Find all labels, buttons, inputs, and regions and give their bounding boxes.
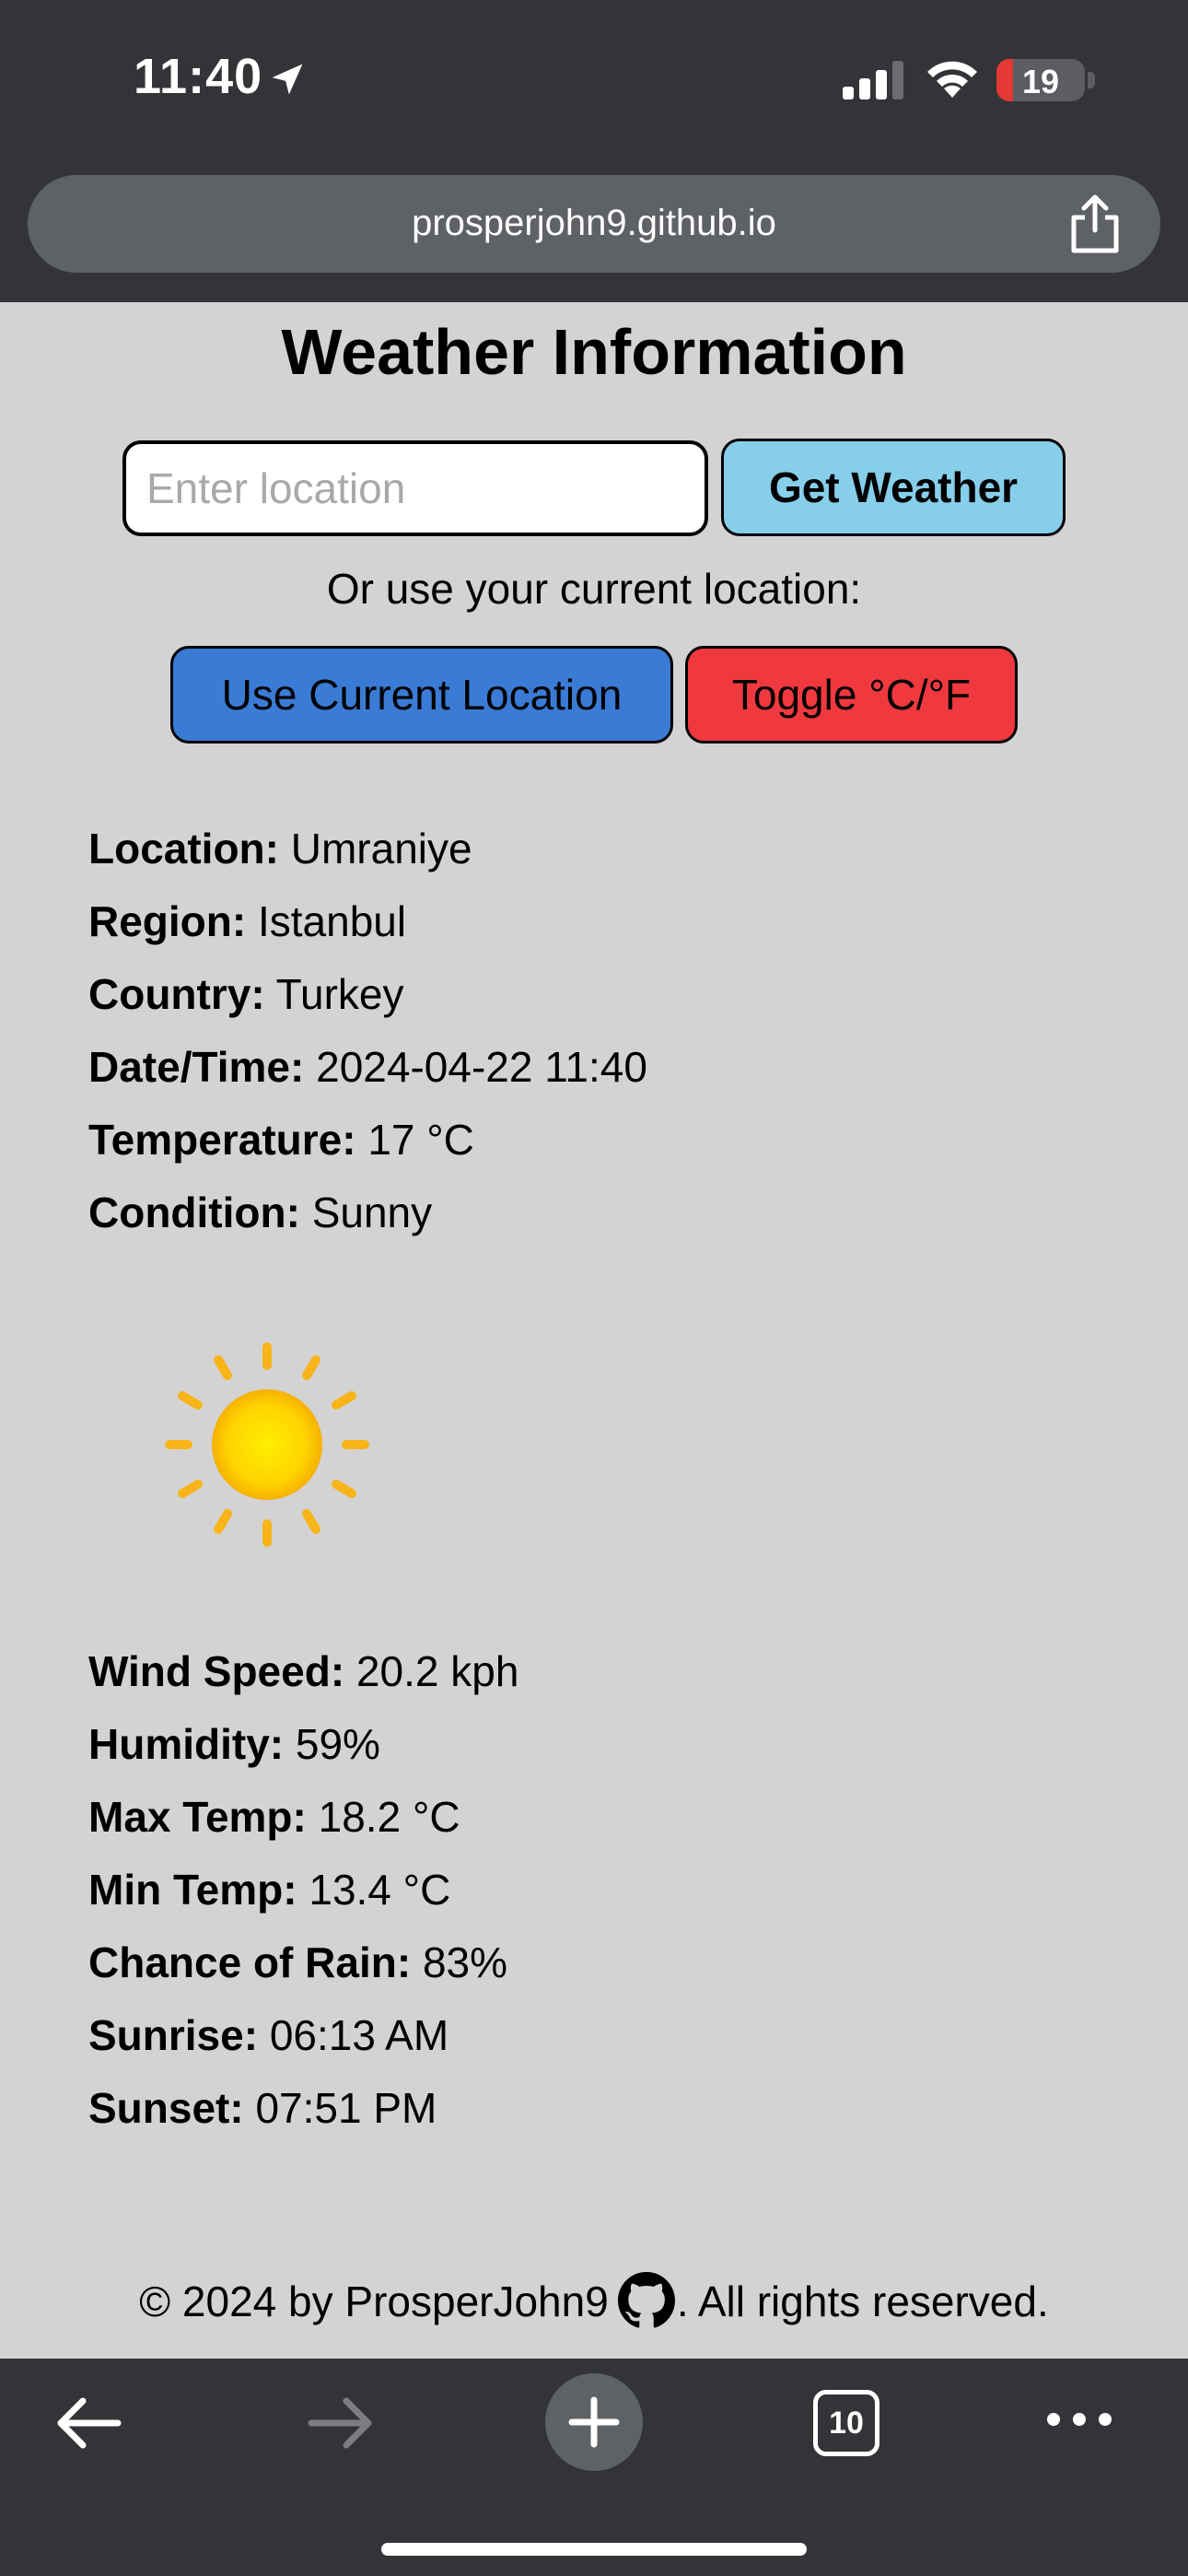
footer-rights: . All rights reserved. (676, 2277, 1049, 2325)
page-title: Weather Information (281, 316, 907, 388)
get-weather-button[interactable]: Get Weather (721, 439, 1066, 536)
info-country: Country: Turkey (88, 969, 403, 1019)
back-arrow-icon[interactable] (53, 2395, 123, 2451)
info-value: Istanbul (257, 897, 407, 945)
info-label: Chance of Rain: (88, 1938, 412, 1986)
wifi-icon (927, 61, 977, 98)
cellular-signal-icon (843, 61, 903, 100)
info-value: Sunny (311, 1188, 433, 1236)
weather-page: Weather Information Get Weather Or use y… (0, 302, 1188, 2359)
info-label: Date/Time: (88, 1043, 305, 1091)
location-arrow-icon (272, 64, 303, 95)
info-datetime: Date/Time: 2024-04-22 11:40 (88, 1042, 647, 1092)
info-value: 13.4 °C (309, 1866, 451, 1914)
battery-level: 19 (1021, 63, 1060, 100)
info-value: 2024-04-22 11:40 (316, 1043, 647, 1091)
url-text[interactable]: prosperjohn9.github.io (28, 203, 1160, 244)
info-label: Sunrise: (88, 2011, 259, 2059)
info-temperature: Temperature: 17 °C (88, 1115, 474, 1165)
status-and-url-bar: 11:40 19 prosperjohn9.github.io (0, 0, 1188, 302)
use-current-location-button[interactable]: Use Current Location (170, 646, 673, 744)
info-humidity: Humidity: 59% (88, 1719, 380, 1769)
toggle-units-button[interactable]: Toggle °C/°F (685, 646, 1018, 744)
info-value: 83% (422, 1938, 508, 1986)
info-label: Country: (88, 970, 265, 1018)
info-label: Condition: (88, 1188, 300, 1236)
info-condition: Condition: Sunny (88, 1188, 432, 1237)
info-label: Temperature: (88, 1116, 356, 1164)
info-chance-of-rain: Chance of Rain: 83% (88, 1938, 507, 1987)
info-region: Region: Istanbul (88, 896, 406, 946)
info-label: Wind Speed: (88, 1647, 345, 1695)
home-indicator (381, 2543, 807, 2556)
forward-arrow-icon[interactable] (306, 2395, 376, 2451)
footer-copyright: © 2024 by ProsperJohn9 (139, 2277, 609, 2325)
battery-indicator: 19 (996, 59, 1085, 101)
info-sunset: Sunset: 07:51 PM (88, 2083, 437, 2133)
info-label: Max Temp: (88, 1793, 307, 1841)
info-location: Location: Umraniye (88, 824, 472, 873)
footer: © 2024 by ProsperJohn9 . All rights reser… (0, 2272, 1188, 2329)
info-max-temp: Max Temp: 18.2 °C (88, 1792, 460, 1842)
info-value: 17 °C (367, 1116, 474, 1164)
current-location-hint: Or use your current location: (326, 565, 862, 613)
more-options-icon[interactable] (1046, 2410, 1112, 2429)
info-wind-speed: Wind Speed: 20.2 kph (88, 1646, 518, 1696)
browser-toolbar: 10 (0, 2359, 1188, 2576)
info-sunrise: Sunrise: 06:13 AM (88, 2010, 448, 2060)
new-tab-button[interactable] (545, 2373, 643, 2471)
plus-icon (568, 2396, 620, 2448)
share-icon[interactable] (1066, 193, 1124, 254)
tab-count: 10 (829, 2406, 864, 2441)
battery-nub (1088, 72, 1095, 88)
tabs-button[interactable]: 10 (813, 2390, 879, 2456)
info-value: 06:13 AM (269, 2011, 449, 2059)
info-label: Location: (88, 825, 279, 872)
info-value: Turkey (275, 970, 404, 1018)
info-label: Min Temp: (88, 1866, 297, 1914)
info-value: 20.2 kph (355, 1647, 519, 1695)
address-bar[interactable]: prosperjohn9.github.io (28, 175, 1160, 273)
info-label: Humidity: (88, 1720, 285, 1768)
info-label: Sunset: (88, 2084, 244, 2132)
info-label: Region: (88, 897, 247, 945)
info-value: 07:51 PM (255, 2084, 437, 2132)
sun-icon (165, 1342, 369, 1547)
info-value: 18.2 °C (318, 1793, 460, 1841)
status-time: 11:40 (134, 49, 263, 104)
location-input[interactable] (122, 440, 708, 536)
info-value: Umraniye (290, 825, 472, 872)
info-min-temp: Min Temp: 13.4 °C (88, 1865, 450, 1914)
github-icon[interactable] (617, 2272, 675, 2329)
info-value: 59% (295, 1720, 380, 1768)
